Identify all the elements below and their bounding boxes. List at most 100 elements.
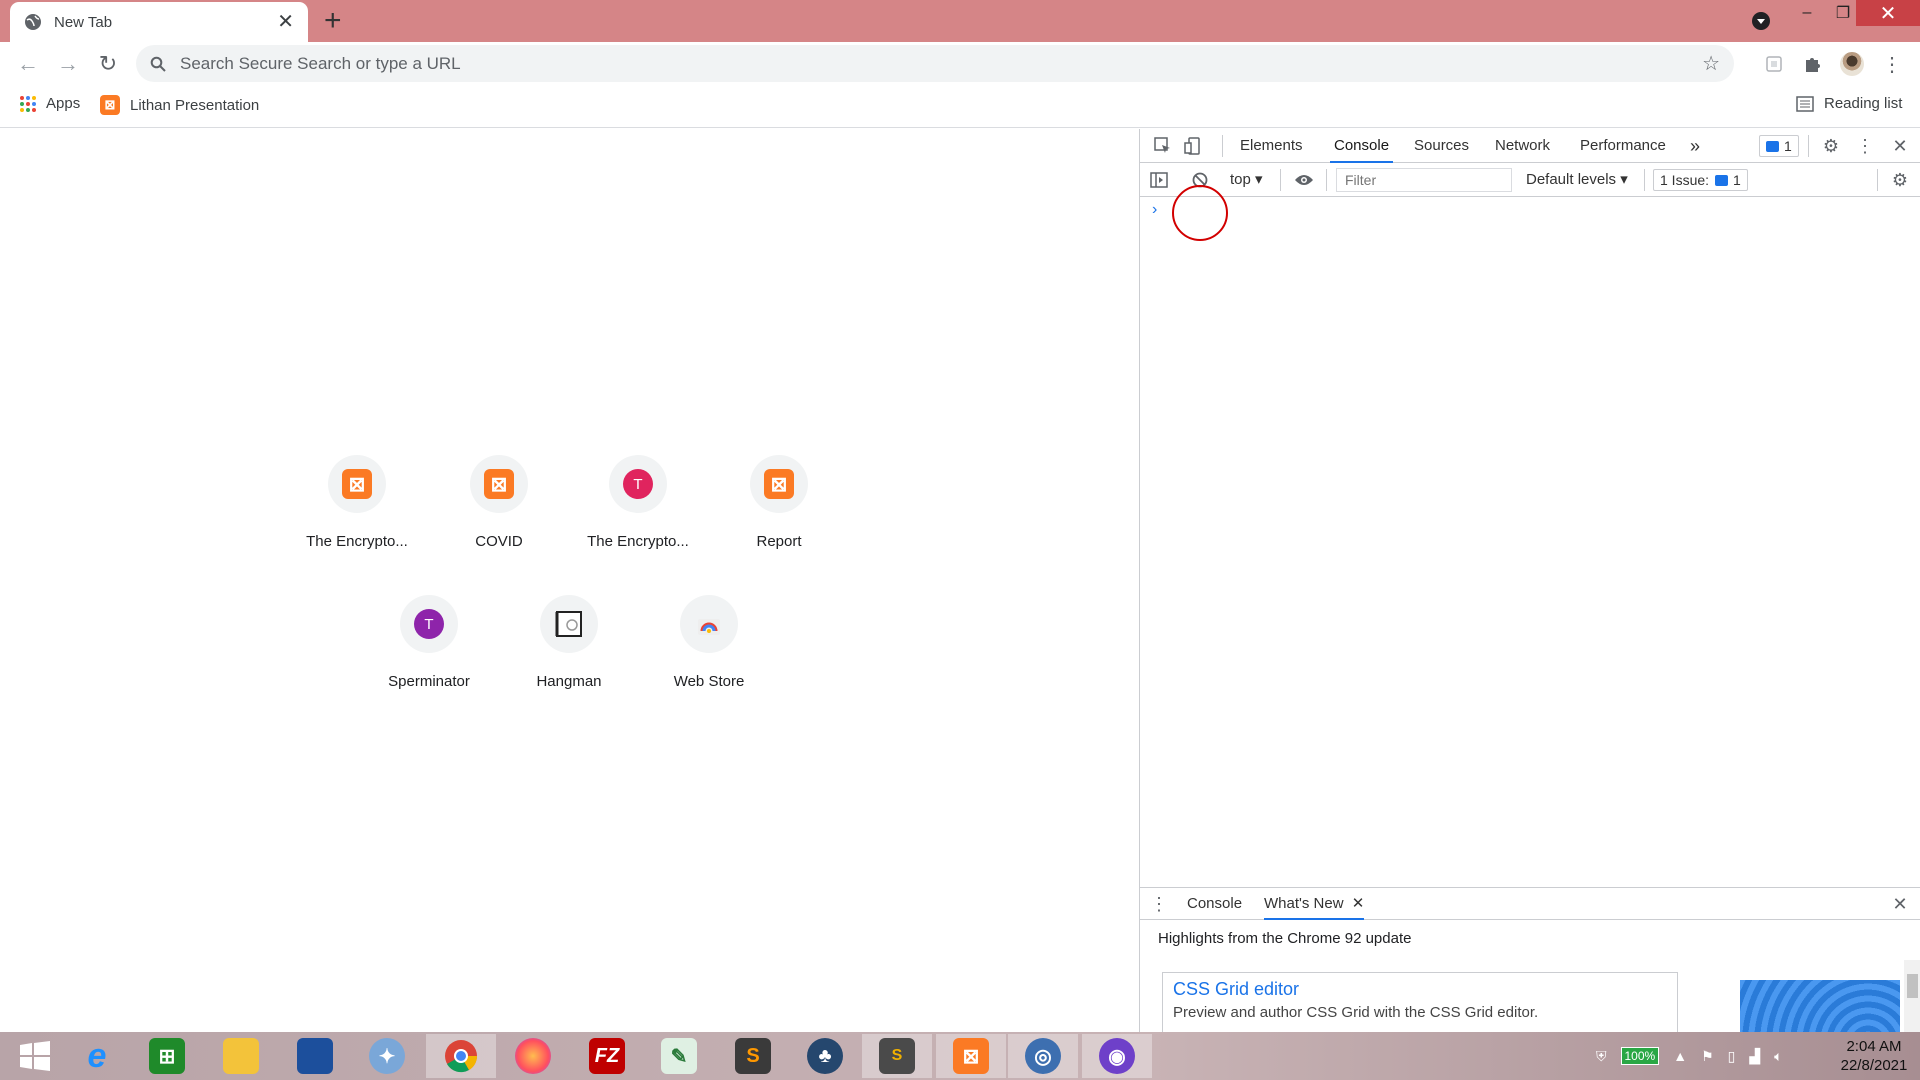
context-selector-value: top [1230,171,1251,188]
shortcut-label: Sperminator [388,673,470,690]
inspect-element-icon[interactable] [1152,135,1174,157]
address-bar[interactable]: Search Secure Search or type a URL ☆ [136,45,1734,82]
tab-elements[interactable]: Elements [1240,129,1303,163]
tab-sources[interactable]: Sources [1414,129,1469,163]
drawer-tab-bar: ⋮ Console What's New ✕ ✕ [1140,888,1920,920]
chrome-icon [445,1040,478,1073]
back-arrow-icon[interactable]: ← [14,50,42,78]
whats-new-card[interactable]: CSS Grid editor Preview and author CSS G… [1162,972,1678,1033]
internet-explorer-icon: e [87,1036,107,1075]
scrollbar-thumb[interactable] [1907,974,1918,998]
taskbar-firefox[interactable] [498,1034,568,1078]
console-prompt-chevron-icon[interactable]: › [1152,201,1157,219]
issues-button[interactable]: 1 Issue: 1 [1653,169,1748,191]
shortcut-label: COVID [475,533,523,550]
separator [1280,169,1281,191]
shortcut-tile[interactable]: T The Encrypto... [568,455,708,575]
shortcut-tile[interactable]: Hangman [499,595,639,715]
taskbar-terminal-s[interactable]: S [862,1034,932,1078]
defender-shield-icon[interactable]: ⛨ [1596,1048,1607,1065]
bookmark-star-icon[interactable]: ☆ [1702,51,1720,76]
drawer-menu-icon[interactable]: ⋮ [1148,893,1170,915]
taskbar-disk-util[interactable]: ◎ [1008,1034,1078,1078]
close-drawer-tab-icon[interactable]: ✕ [1352,895,1365,912]
show-hidden-icons-chevron-icon[interactable]: ▲ [1673,1048,1687,1064]
taskbar-filezilla[interactable]: FZ [572,1034,642,1078]
context-selector[interactable]: top ▾ [1230,170,1263,188]
shortcut-tile[interactable]: ⊠ COVID [429,455,569,575]
volume-icon[interactable]: 🔈︎ [1774,1048,1782,1065]
devtools-menu-icon[interactable]: ⋮ [1854,135,1876,157]
tab-console[interactable]: Console [1330,129,1394,163]
bookmark-label: Lithan Presentation [130,96,260,114]
bookmark-apps[interactable]: Apps [20,95,80,112]
taskbar-sublime-text[interactable]: S [718,1034,788,1078]
bookmark-lithan-presentation[interactable]: ⊠ Lithan Presentation [100,95,259,115]
separator [1808,135,1809,157]
separator [1877,169,1878,191]
reading-list-button[interactable]: Reading list [1796,95,1902,112]
taskbar-xampp[interactable]: ⊠ [936,1034,1006,1078]
shortcut-tile[interactable]: Web Store [639,595,779,715]
system-clock[interactable]: 2:04 AM 22/8/2021 [1832,1037,1916,1075]
issues-badge[interactable]: 1 [1759,135,1799,157]
new-tab-button[interactable]: + [324,6,342,36]
tab-new-tab[interactable]: New Tab ✕ [10,2,308,42]
taskbar-safari[interactable]: ✦ [352,1034,422,1078]
tab-performance[interactable]: Performance [1580,129,1666,163]
drawer-tab-whats-new[interactable]: What's New ✕ [1264,888,1365,920]
extension-icon[interactable] [1762,52,1786,76]
clock-time: 2:04 AM [1846,1038,1902,1055]
action-center-flag-icon[interactable]: ⚑ [1701,1048,1714,1065]
shortcut-tile[interactable]: ⊠ Report [709,455,849,575]
separator [1326,169,1327,191]
tab-network[interactable]: Network [1495,129,1550,163]
filezilla-icon: FZ [589,1038,625,1074]
extensions-puzzle-icon[interactable] [1800,52,1824,76]
xampp-icon: ⊠ [342,469,372,499]
close-drawer-icon[interactable]: ✕ [1889,893,1911,915]
more-tabs-chevron-icon[interactable]: » [1690,129,1700,163]
settings-gear-icon[interactable]: ⚙ [1820,135,1842,157]
shortcut-tile[interactable]: T Sperminator [359,595,499,715]
taskbar-store[interactable]: ⊞ [132,1034,202,1078]
taskbar-internet-explorer[interactable]: e [62,1034,132,1078]
close-devtools-icon[interactable]: ✕ [1889,135,1911,157]
console-settings-gear-icon[interactable]: ⚙ [1889,169,1911,191]
sidebar-toggle-icon[interactable] [1148,169,1170,191]
forward-arrow-icon[interactable]: → [54,50,82,78]
shortcut-icon-circle: T [400,595,458,653]
shortcut-icon-circle [680,595,738,653]
network-signal-icon[interactable]: ▟ [1749,1048,1760,1065]
whats-new-card-title[interactable]: CSS Grid editor [1173,979,1667,1000]
close-tab-icon[interactable]: ✕ [277,12,294,32]
windows-taskbar: e ⊞ ✦ FZ ✎ S ♣ S ⊠ ◎ ◉ ⛨ 100% ▲ ⚑ ▯ ▟ 🔈︎… [0,1032,1920,1080]
close-window-button[interactable]: ✕ [1856,0,1920,26]
taskbar-file-explorer[interactable] [206,1034,276,1078]
tab-search-icon[interactable] [1752,12,1770,30]
taskbar-tree-app[interactable]: ♣ [790,1034,860,1078]
device-toolbar-icon[interactable] [1182,135,1204,157]
taskbar-github[interactable]: ◉ [1082,1034,1152,1078]
usb-device-icon[interactable]: ▯ [1728,1048,1736,1065]
drawer-scrollbar[interactable] [1904,960,1920,1033]
shortcut-icon-circle: ⊠ [328,455,386,513]
start-button[interactable] [0,1034,70,1078]
system-tray: ⛨ 100% ▲ ⚑ ▯ ▟ 🔈︎ [1596,1032,1783,1080]
taskbar-chrome[interactable] [426,1034,496,1078]
sublime-text-icon: S [735,1038,771,1074]
separator [1644,169,1645,191]
taskbar-notepad-feather[interactable]: ✎ [644,1034,714,1078]
profile-avatar[interactable] [1840,52,1864,76]
log-levels-dropdown[interactable]: Default levels ▾ [1526,170,1628,188]
shortcut-label: Hangman [536,673,602,690]
chrome-menu-icon[interactable]: ⋮ [1880,52,1904,76]
shortcut-tile[interactable]: ⊠ The Encrypto... [287,455,427,575]
xampp-icon: ⊠ [100,95,120,115]
live-expression-eye-icon[interactable] [1293,169,1315,191]
console-filter-input[interactable] [1336,168,1512,192]
reload-icon[interactable]: ↻ [94,50,122,78]
taskbar-remote-desktop[interactable] [280,1034,350,1078]
drawer-tab-console[interactable]: Console [1187,888,1242,920]
battery-indicator[interactable]: 100% [1620,1047,1660,1065]
